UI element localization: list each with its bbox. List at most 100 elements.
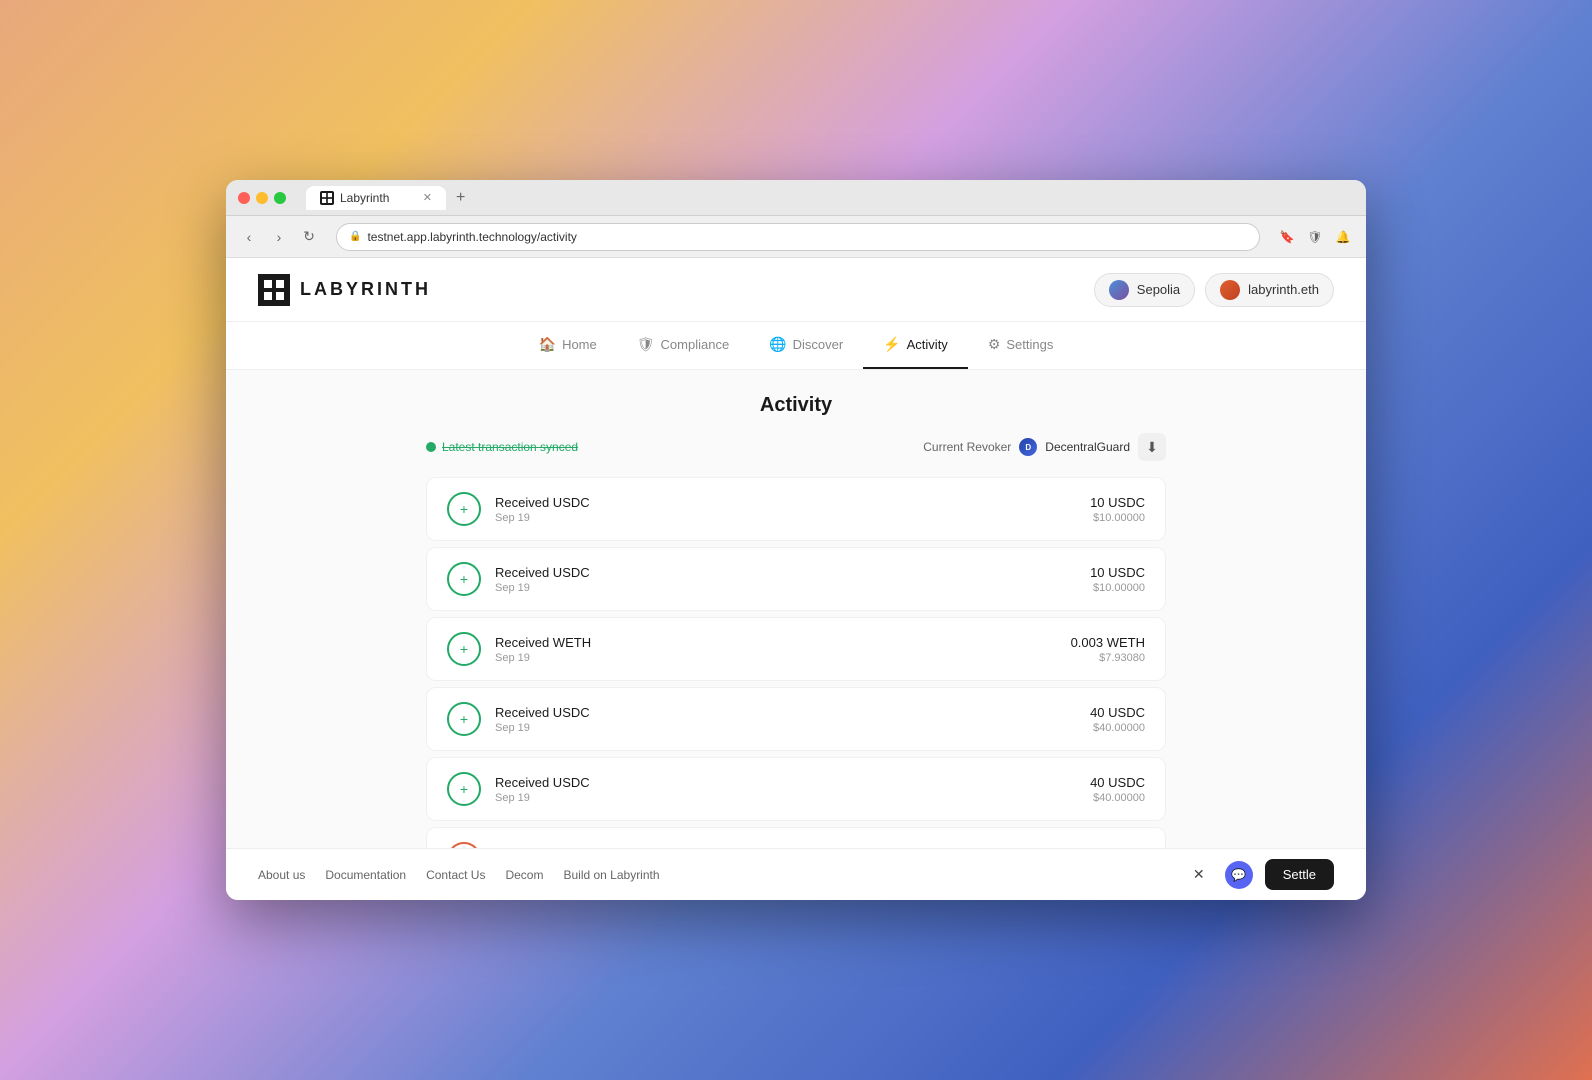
network-button[interactable]: Sepolia [1094, 273, 1195, 307]
notifications-icon[interactable]: 🔔 [1332, 226, 1354, 248]
transaction-row[interactable]: + Received USDC Sep 19 40 USDC $40.00000 [426, 757, 1166, 821]
tx-details: Received USDC Sep 19 [495, 705, 1090, 734]
wallet-button[interactable]: labyrinth.eth [1205, 273, 1334, 307]
browser-window: Labyrinth ✕ + ‹ › ↻ 🔒 testnet.app.labyri… [226, 180, 1366, 900]
tx-date: Sep 19 [495, 652, 1071, 664]
lock-icon: 🔒 [349, 231, 361, 242]
transaction-row[interactable]: + Received USDC Sep 19 10 USDC $10.00000 [426, 477, 1166, 541]
tx-amount-main: 10 USDC [1090, 495, 1145, 510]
discord-icon[interactable]: 💬 [1225, 861, 1253, 889]
transactions-list: + Received USDC Sep 19 10 USDC $10.00000… [426, 477, 1166, 848]
activity-header: Latest transaction synced Current Revoke… [426, 433, 1166, 461]
app-footer: About us Documentation Contact Us Decom … [226, 848, 1366, 900]
tx-date: Sep 19 [495, 512, 1090, 524]
footer-link-docs[interactable]: Documentation [325, 868, 406, 882]
nav-home-label: Home [562, 337, 597, 352]
shield-icon[interactable]: 🛡 [1304, 226, 1326, 248]
tab-title: Labyrinth [340, 191, 389, 205]
nav-discover-label: Discover [793, 337, 844, 352]
tx-amount-main: 40 USDC [1090, 705, 1145, 720]
revoker-logo: D [1019, 438, 1037, 456]
transaction-row[interactable]: + Received WETH Sep 19 0.003 WETH $7.930… [426, 617, 1166, 681]
tab-close-button[interactable]: ✕ [423, 191, 432, 204]
revoker-section: Current Revoker D DecentralGuard ⬇ [923, 433, 1166, 461]
app-header: LABYRINTH Sepolia labyrinth.eth [226, 258, 1366, 322]
compliance-icon: 🛡 [637, 336, 655, 353]
wallet-label: labyrinth.eth [1248, 282, 1319, 297]
nav-item-compliance[interactable]: 🛡 Compliance [617, 322, 749, 369]
browser-titlebar: Labyrinth ✕ + [226, 180, 1366, 216]
nav-settings-label: Settings [1006, 337, 1053, 352]
logo-icon [258, 274, 290, 306]
maximize-button[interactable] [274, 192, 286, 204]
footer-link-build[interactable]: Build on Labyrinth [563, 868, 659, 882]
settle-button[interactable]: Settle [1265, 859, 1334, 890]
home-icon: 🏠 [539, 336, 556, 353]
tx-amount-main: 40 USDC [1090, 775, 1145, 790]
transaction-row[interactable]: ↑ Sent WETH Sep 19 0.002 WETH $5.28720 [426, 827, 1166, 848]
tx-name: Received WETH [495, 635, 1071, 650]
tx-amount: 10 USDC $10.00000 [1090, 495, 1145, 524]
transaction-row[interactable]: + Received USDC Sep 19 40 USDC $40.00000 [426, 687, 1166, 751]
tx-name: Received USDC [495, 705, 1090, 720]
nav-activity-label: Activity [907, 337, 948, 352]
tx-details: Received WETH Sep 19 [495, 635, 1071, 664]
network-label: Sepolia [1137, 282, 1180, 297]
forward-button[interactable]: › [268, 226, 290, 248]
tx-details: Received USDC Sep 19 [495, 565, 1090, 594]
tx-name: Received USDC [495, 775, 1090, 790]
tx-amount: 40 USDC $40.00000 [1090, 705, 1145, 734]
nav-compliance-label: Compliance [661, 337, 730, 352]
transaction-row[interactable]: + Received USDC Sep 19 10 USDC $10.00000 [426, 547, 1166, 611]
nav-item-activity[interactable]: ⚡ Activity [863, 322, 968, 369]
address-bar[interactable]: 🔒 testnet.app.labyrinth.technology/activ… [336, 223, 1260, 251]
minimize-button[interactable] [256, 192, 268, 204]
tx-type-icon: + [447, 562, 481, 596]
tx-amount: 10 USDC $10.00000 [1090, 565, 1145, 594]
app-nav: 🏠 Home 🛡 Compliance 🌐 Discover ⚡ Activit… [226, 322, 1366, 370]
tx-date: Sep 19 [495, 792, 1090, 804]
tx-type-icon: + [447, 632, 481, 666]
back-button[interactable]: ‹ [238, 226, 260, 248]
app-content: LABYRINTH Sepolia labyrinth.eth 🏠 Home [226, 258, 1366, 900]
footer-links: About us Documentation Contact Us Decom … [258, 868, 660, 882]
new-tab-button[interactable]: + [450, 189, 471, 207]
reload-button[interactable]: ↻ [298, 226, 320, 248]
revoker-name: DecentralGuard [1045, 440, 1130, 454]
tx-details: Received USDC Sep 19 [495, 495, 1090, 524]
synced-dot [426, 442, 436, 452]
nav-item-home[interactable]: 🏠 Home [519, 322, 617, 369]
synced-text: Latest transaction synced [442, 440, 578, 454]
nav-item-settings[interactable]: ⚙ Settings [968, 322, 1074, 369]
logo-text: LABYRINTH [300, 279, 431, 300]
main-content: Activity Latest transaction synced Curre… [226, 370, 1366, 848]
app-logo: LABYRINTH [258, 274, 431, 306]
footer-link-contact[interactable]: Contact Us [426, 868, 485, 882]
tx-amount-usd: $10.00000 [1090, 582, 1145, 594]
tx-details: Received USDC Sep 19 [495, 775, 1090, 804]
footer-right: ✕ 💬 Settle [1185, 859, 1334, 890]
tx-amount-main: 0.003 WETH [1071, 635, 1145, 650]
settings-icon: ⚙ [988, 336, 1001, 353]
tx-amount-usd: $7.93080 [1071, 652, 1145, 664]
footer-link-decom[interactable]: Decom [505, 868, 543, 882]
traffic-lights [238, 192, 286, 204]
footer-link-about[interactable]: About us [258, 868, 305, 882]
tx-amount-usd: $10.00000 [1090, 512, 1145, 524]
tx-amount-main: 10 USDC [1090, 565, 1145, 580]
page-title: Activity [426, 394, 1166, 417]
bookmark-icon[interactable]: 🔖 [1276, 226, 1298, 248]
current-revoker-label: Current Revoker [923, 440, 1011, 454]
nav-item-discover[interactable]: 🌐 Discover [749, 322, 863, 369]
x-icon[interactable]: ✕ [1185, 861, 1213, 889]
tx-type-icon: + [447, 772, 481, 806]
active-tab[interactable]: Labyrinth ✕ [306, 186, 446, 210]
url-text: testnet.app.labyrinth.technology/activit… [367, 230, 576, 244]
header-actions: Sepolia labyrinth.eth [1094, 273, 1334, 307]
tx-type-icon: + [447, 492, 481, 526]
close-button[interactable] [238, 192, 250, 204]
tx-name: Received USDC [495, 565, 1090, 580]
tx-date: Sep 19 [495, 582, 1090, 594]
download-button[interactable]: ⬇ [1138, 433, 1166, 461]
tx-amount-usd: $40.00000 [1090, 722, 1145, 734]
